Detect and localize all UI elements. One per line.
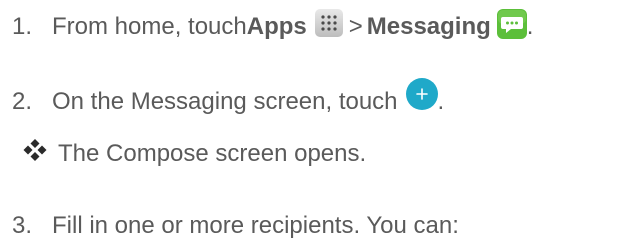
result-bullet: The Compose screen opens.: [22, 139, 367, 168]
separator: >: [348, 13, 363, 40]
step-2: 2. On the Messaging screen, touch .: [0, 78, 445, 118]
step-text: From home, touch: [52, 13, 247, 40]
step-text: On the Messaging screen, touch: [52, 88, 398, 115]
apps-label: Apps: [246, 13, 307, 40]
messaging-app-icon: [496, 9, 527, 39]
step-trail: .: [437, 88, 445, 115]
step-3: 3. Fill in one or more recipients. You c…: [0, 212, 459, 240]
step-1: 1. From home, touch Apps > Messaging .: [0, 9, 534, 42]
step-trail: .: [526, 13, 534, 40]
step-text: Fill in one or more recipients. You can:: [52, 212, 459, 239]
apps-grid-icon: [314, 9, 343, 37]
compose-plus-icon: [405, 78, 438, 110]
diamond-bullet-icon: [22, 139, 48, 161]
step-number: 3.: [12, 212, 33, 239]
bullet-text: The Compose screen opens.: [58, 140, 367, 167]
messaging-label: Messaging: [366, 13, 491, 40]
step-number: 2.: [12, 88, 33, 115]
step-number: 1.: [12, 13, 33, 40]
